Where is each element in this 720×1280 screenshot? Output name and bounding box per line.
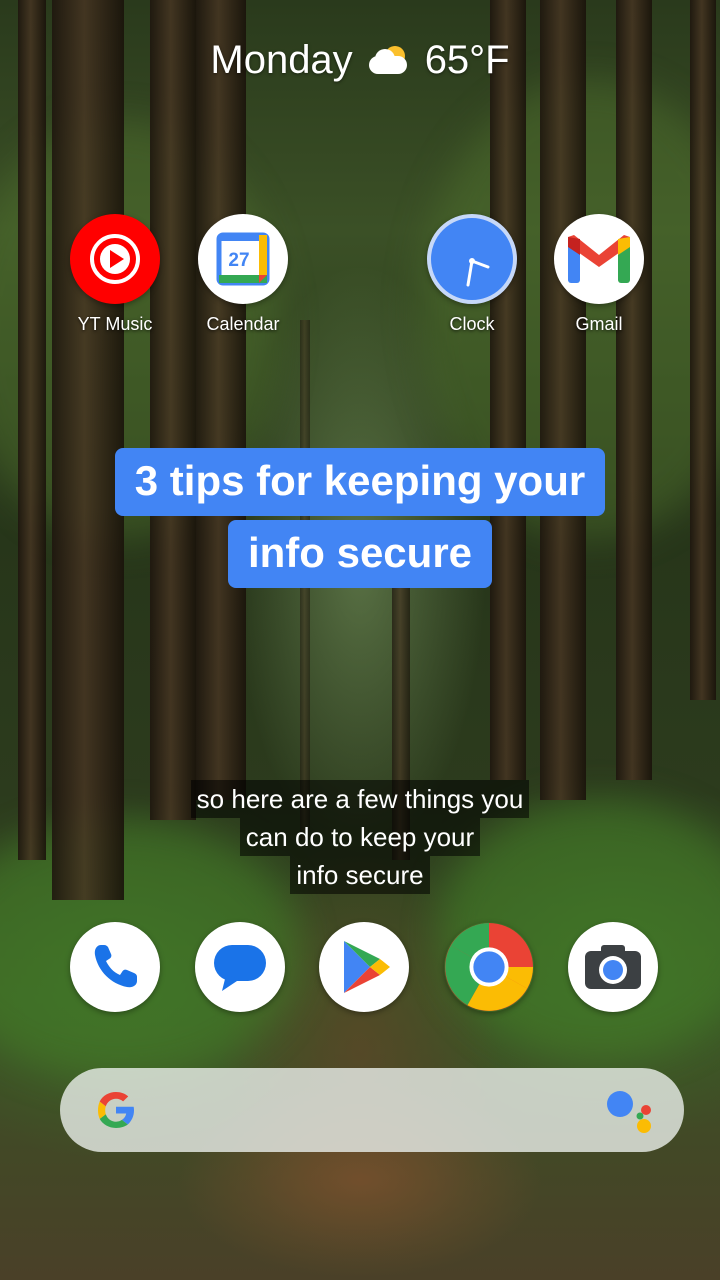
home-screen: Monday 65°F YT Music 27 Calendar Clock G… <box>0 0 720 1280</box>
tree-trunk <box>690 0 716 700</box>
app-label: Clock <box>449 314 495 334</box>
google-g-icon <box>98 1092 134 1128</box>
messages-app-button[interactable] <box>195 922 285 1012</box>
camera-app-button[interactable] <box>568 922 658 1012</box>
temperature-label: 65°F <box>424 38 510 82</box>
calendar-icon: 27 <box>198 214 288 304</box>
phone-icon <box>94 945 137 988</box>
video-caption: so here are a few things you can do to k… <box>0 780 720 894</box>
chrome-app-button[interactable] <box>444 922 534 1012</box>
clock-icon <box>427 214 517 304</box>
at-a-glance[interactable]: Monday 65°F <box>0 38 720 83</box>
chrome-icon <box>444 922 534 1012</box>
tree-trunk <box>490 0 526 780</box>
gmail-icon <box>554 214 644 304</box>
app-label: YT Music <box>77 314 153 334</box>
app-clock[interactable]: Clock <box>412 214 532 335</box>
tree-trunk <box>616 0 652 780</box>
google-search-bar[interactable] <box>60 1068 684 1152</box>
app-label: Calendar <box>206 314 280 334</box>
messages-icon <box>214 945 266 991</box>
app-calendar[interactable]: 27 Calendar <box>183 214 303 335</box>
caption-line: so here are a few things you <box>190 780 530 818</box>
app-gmail[interactable]: Gmail <box>539 214 659 335</box>
tree-trunk <box>196 0 246 800</box>
play-store-icon <box>344 941 390 993</box>
partly-cloudy-icon <box>367 45 411 76</box>
app-yt-music[interactable]: YT Music <box>55 214 175 335</box>
day-label: Monday <box>210 38 353 82</box>
tree-trunk <box>18 0 46 860</box>
tree-trunk <box>150 0 196 820</box>
headline: 3 tips for keeping your <box>0 448 720 516</box>
phone-app-button[interactable] <box>70 922 160 1012</box>
camera-icon <box>585 945 641 989</box>
headline: info secure <box>0 520 720 588</box>
play-store-app-button[interactable] <box>319 922 409 1012</box>
calendar-day-number: 27 <box>228 250 249 271</box>
google-assistant-icon <box>607 1091 651 1133</box>
headline-line: info secure <box>227 520 493 588</box>
caption-line: can do to keep your <box>239 818 481 856</box>
caption-line: info secure <box>290 856 430 894</box>
headline-line: 3 tips for keeping your <box>114 448 606 516</box>
app-label: Gmail <box>575 314 623 334</box>
yt-music-icon <box>70 214 160 304</box>
tree-trunk <box>540 0 586 800</box>
